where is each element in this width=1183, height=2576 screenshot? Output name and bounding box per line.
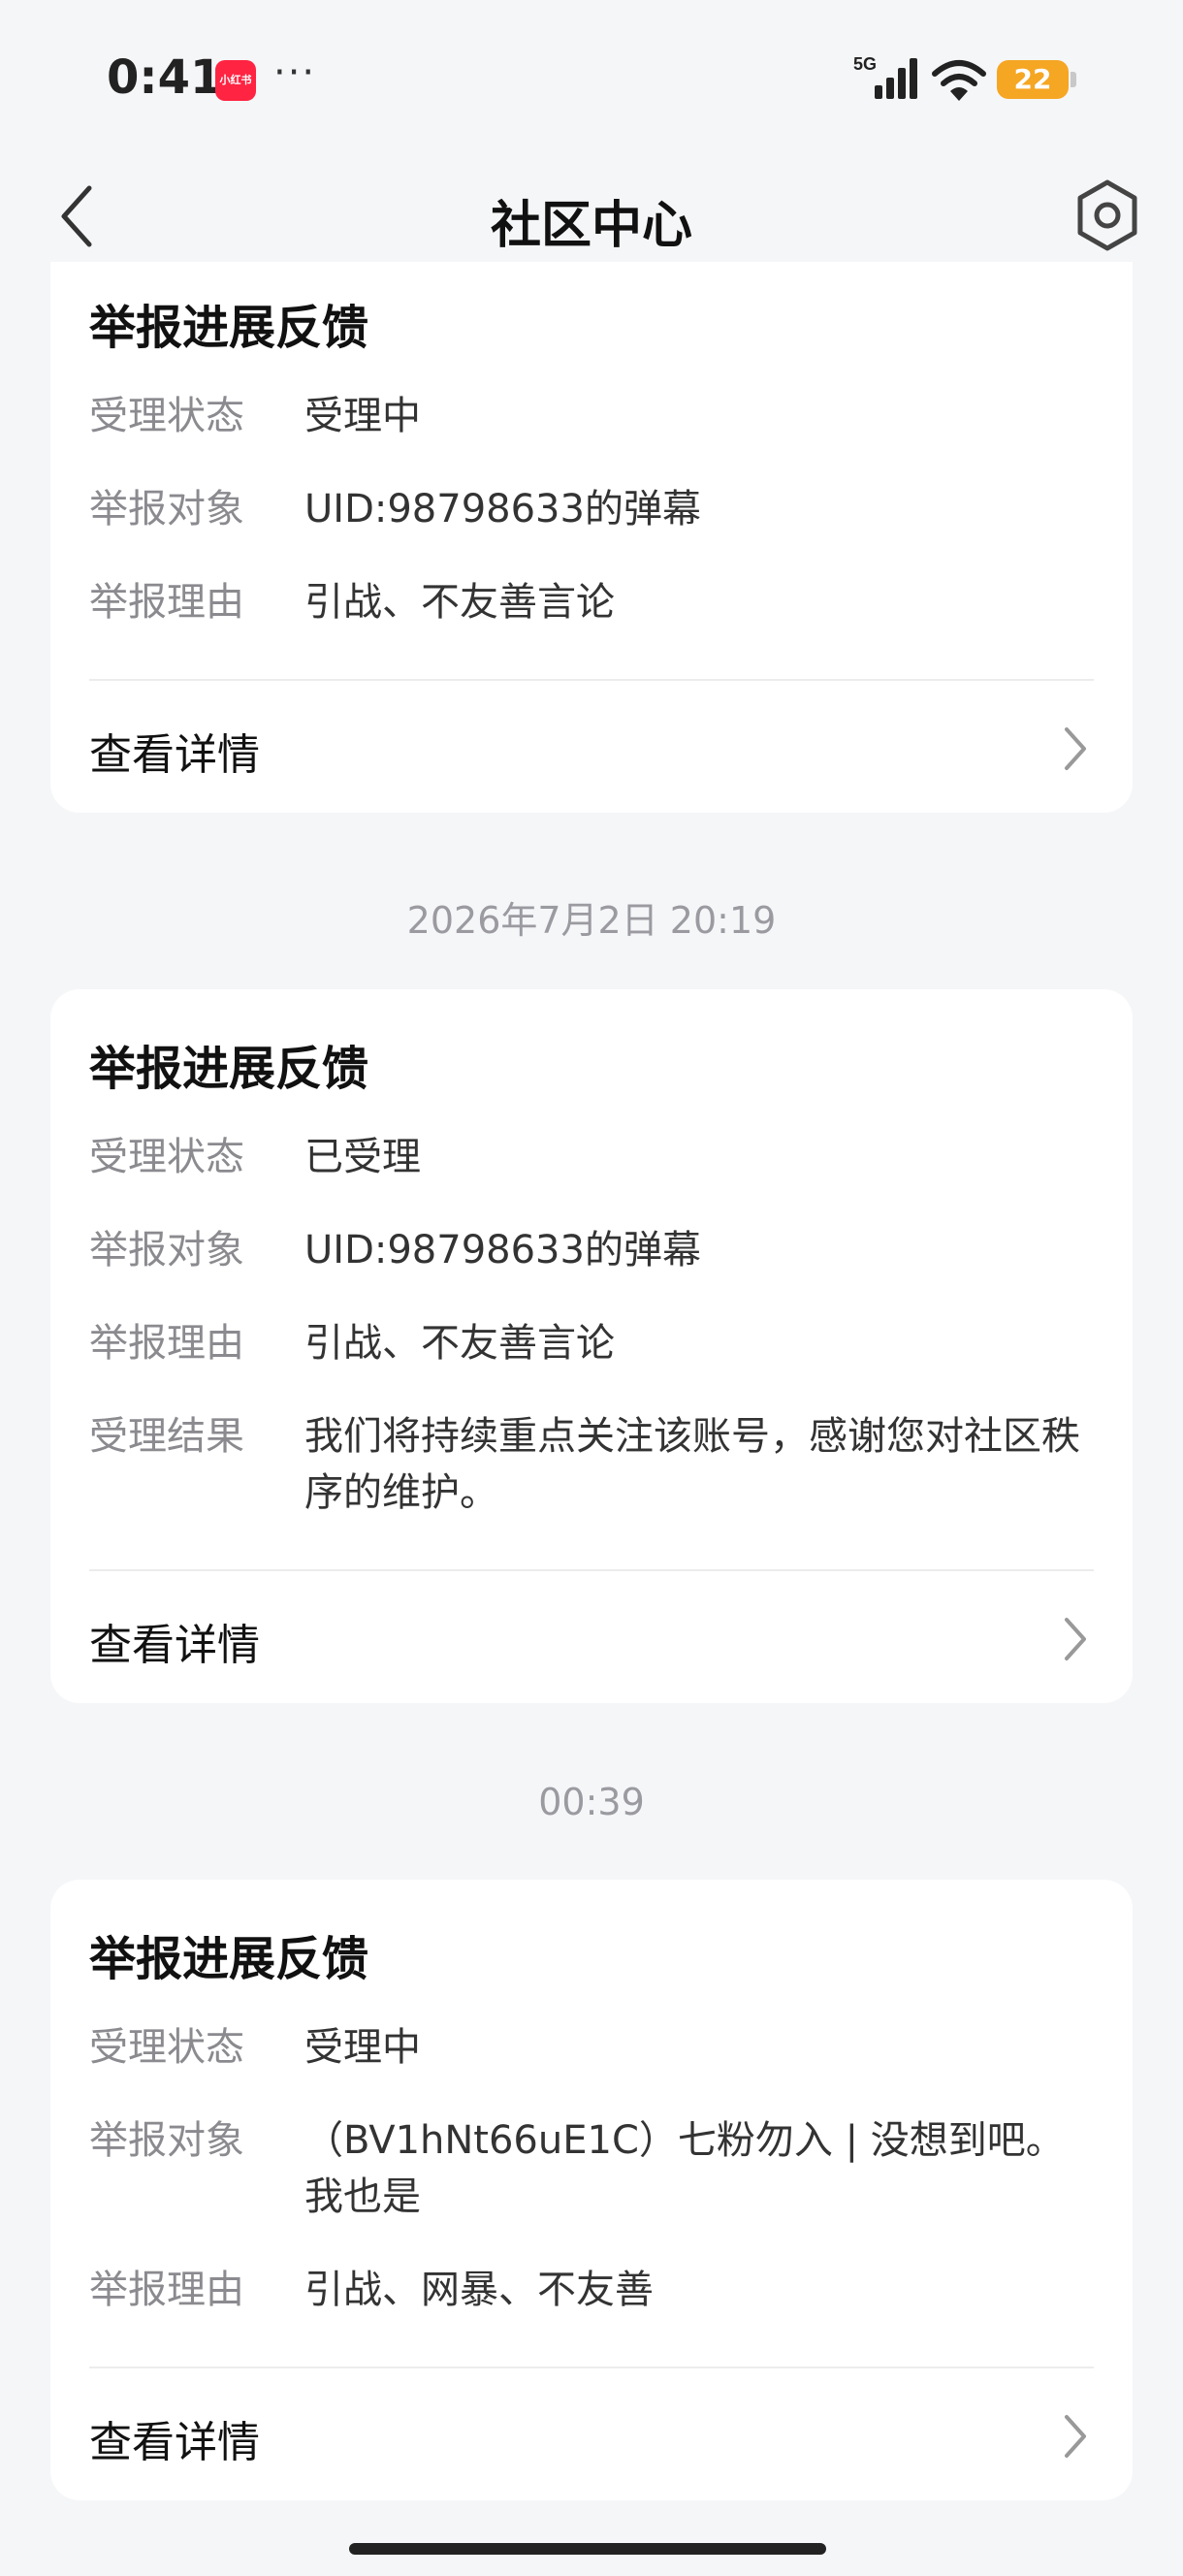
result-row: 受理结果 我们将持续重点关注该账号，感谢您对社区秩序的维护。: [89, 1408, 1098, 1521]
divider: [89, 1569, 1094, 1571]
view-details-label: 查看详情: [89, 730, 260, 780]
row-label: 举报理由: [89, 2268, 244, 2312]
status-row: 受理状态 受理中: [89, 2019, 1098, 2076]
chevron-right-icon: [1065, 2415, 1086, 2458]
timestamp: 00:39: [538, 1781, 645, 1823]
row-value: 已受理: [304, 1135, 421, 1179]
row-value: 受理中: [304, 2025, 421, 2070]
cellular-signal-icon: 5G: [853, 54, 917, 99]
chevron-right-icon: [1065, 1618, 1086, 1660]
gear-icon[interactable]: [1071, 177, 1144, 254]
row-label: 举报理由: [89, 580, 244, 625]
row-value: 我们将持续重点关注该账号，感谢您对社区秩序的维护。: [304, 1414, 1080, 1515]
row-label: 举报理由: [89, 1321, 244, 1366]
row-value: 引战、网暴、不友善: [304, 2268, 654, 2312]
view-details-label: 查看详情: [89, 1621, 260, 1670]
report-card: 举报进展反馈 受理状态 受理中 举报对象 （BV1hNt66uE1C）七粉勿入 …: [50, 1880, 1133, 2500]
status-row: 受理状态 受理中: [89, 388, 1098, 444]
target-row: 举报对象 （BV1hNt66uE1C）七粉勿入 | 没想到吧。我也是: [89, 2112, 1098, 2225]
chevron-right-icon: [1065, 727, 1086, 770]
card-title: 举报进展反馈: [89, 1932, 369, 1986]
battery-tip: [1071, 72, 1076, 87]
row-label: 受理状态: [89, 394, 244, 438]
view-details-link[interactable]: 查看详情: [89, 1591, 1094, 1688]
divider: [89, 2367, 1094, 2368]
timestamp: 2026年7月2日 20:19: [406, 899, 777, 942]
row-value: 引战、不友善言论: [304, 1321, 615, 1366]
status-bar: 0:41 小红书 ··· 5G 22: [0, 0, 1183, 145]
view-details-link[interactable]: 查看详情: [89, 2388, 1094, 2485]
target-row: 举报对象 UID:98798633的弹幕: [89, 481, 1098, 537]
row-value: 引战、不友善言论: [304, 580, 615, 625]
app-notification-icon: 小红书: [215, 60, 256, 101]
target-row: 举报对象 UID:98798633的弹幕: [89, 1222, 1098, 1278]
row-label: 举报对象: [89, 1228, 244, 1272]
battery-level: 22: [997, 60, 1069, 99]
divider: [89, 679, 1094, 681]
row-label: 举报对象: [89, 2118, 244, 2163]
more-notifications-icon: ···: [273, 50, 317, 95]
row-value: UID:98798633的弹幕: [304, 487, 701, 531]
home-indicator[interactable]: [349, 2543, 826, 2555]
card-title: 举报进展反馈: [89, 301, 369, 355]
card-title: 举报进展反馈: [89, 1042, 369, 1096]
row-value: UID:98798633的弹幕: [304, 1228, 701, 1272]
row-label: 举报对象: [89, 487, 244, 531]
row-label: 受理结果: [89, 1414, 244, 1459]
status-time: 0:41: [107, 50, 223, 105]
reason-row: 举报理由 引战、网暴、不友善: [89, 2262, 1098, 2318]
wifi-icon: [932, 60, 986, 101]
row-value: 受理中: [304, 394, 421, 438]
view-details-link[interactable]: 查看详情: [89, 700, 1094, 797]
row-label: 受理状态: [89, 2025, 244, 2070]
status-row: 受理状态 已受理: [89, 1129, 1098, 1185]
view-details-label: 查看详情: [89, 2418, 260, 2467]
reason-row: 举报理由 引战、不友善言论: [89, 574, 1098, 630]
reason-row: 举报理由 引战、不友善言论: [89, 1315, 1098, 1371]
page-title: 社区中心: [490, 197, 692, 255]
report-card: 举报进展反馈 受理状态 已受理 举报对象 UID:98798633的弹幕 举报理…: [50, 989, 1133, 1703]
network-type-label: 5G: [853, 54, 877, 74]
row-value: （BV1hNt66uE1C）七粉勿入 | 没想到吧。我也是: [304, 2118, 1065, 2219]
row-label: 受理状态: [89, 1135, 244, 1179]
report-card: 举报进展反馈 受理状态 受理中 举报对象 UID:98798633的弹幕 举报理…: [50, 262, 1133, 813]
